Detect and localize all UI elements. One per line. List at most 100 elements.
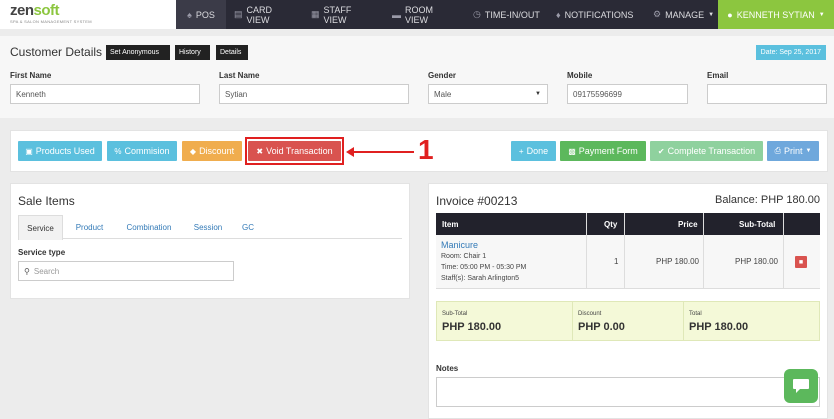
invoice-title: Invoice #00213 — [436, 194, 518, 208]
col-qty: Qty — [604, 219, 618, 229]
zensoft-logo[interactable]: zensoft SPA & SALON MANAGEMENT SYSTEM — [0, 0, 176, 29]
nav-pos[interactable]: ♠ POS — [176, 0, 226, 29]
clock-icon: ◷ — [473, 9, 481, 19]
tag-icon: ◆ — [189, 146, 197, 156]
col-divider — [783, 213, 784, 289]
col-subtotal: Sub-Total — [739, 219, 776, 229]
discount-value: PHP 0.00 — [578, 321, 625, 333]
logo-tagline: SPA & SALON MANAGEMENT SYSTEM — [10, 19, 92, 24]
nav-staff-view[interactable]: ▦ STAFF VIEW — [303, 0, 384, 29]
caret-down-icon: ▼ — [708, 11, 715, 18]
tab-service[interactable]: Service — [18, 215, 63, 240]
history-button[interactable]: History — [175, 45, 210, 60]
totals-box: Sub-Total PHP 180.00 Discount PHP 0.00 T… — [436, 301, 820, 341]
search-icon: ⚲ — [24, 266, 30, 276]
chat-button[interactable] — [784, 369, 818, 403]
print-button[interactable]: ⎙ Print ▼ — [767, 141, 819, 161]
customer-details-title: Customer Details — [10, 45, 103, 59]
subtotal-label: Sub-Total — [442, 311, 468, 317]
col-price: Price — [678, 219, 698, 229]
user-group-icon: ♠ — [187, 9, 192, 20]
item-price: PHP 180.00 — [656, 257, 699, 266]
card-icon: ▤ — [234, 9, 243, 19]
item-time: Time: 05:00 PM - 05:30 PM — [441, 264, 527, 271]
gender-select[interactable]: Male ▼ — [428, 84, 548, 104]
mobile-field[interactable]: 09175596699 — [567, 84, 688, 104]
search-input[interactable]: ⚲ Search — [18, 261, 234, 281]
callout-number: 1 — [418, 134, 434, 165]
discount-cell: Discount PHP 0.00 — [573, 302, 683, 340]
highlight-box — [245, 137, 344, 165]
balance-label: Balance: PHP 180.00 — [715, 194, 820, 206]
email-field[interactable] — [707, 84, 827, 104]
logo-text-zen: zen — [10, 2, 34, 19]
user-icon: ● — [727, 9, 733, 20]
item-room: Room: Chair 1 — [441, 253, 487, 260]
details-button[interactable]: Details — [216, 45, 248, 60]
logo-text-soft: soft — [33, 2, 60, 19]
nav-notifications[interactable]: ♦ NOTIFICATIONS — [548, 0, 645, 29]
sale-items-title: Sale Items — [18, 194, 75, 208]
tab-gc[interactable]: GC — [236, 215, 260, 239]
last-name-field[interactable]: Sytian — [219, 84, 409, 104]
col-divider — [624, 213, 625, 289]
top-navbar: zensoft SPA & SALON MANAGEMENT SYSTEM ♠ P… — [0, 0, 834, 29]
done-button[interactable]: + Done — [511, 141, 556, 161]
complete-transaction-button[interactable]: ✔ Complete Transaction — [650, 141, 763, 161]
tab-session[interactable]: Session — [186, 215, 230, 239]
item-staff: Staff(s): Sarah Arlington5 — [441, 275, 520, 282]
calendar-icon: ▦ — [311, 9, 320, 19]
subtotal-value: PHP 180.00 — [442, 321, 502, 333]
caret-down-icon: ▼ — [805, 148, 812, 154]
set-anonymous-button[interactable]: Set Anonymous — [106, 45, 170, 60]
nav-manage[interactable]: ⚙ MANAGE ▼ — [645, 0, 718, 29]
trash-icon: ■ — [798, 258, 804, 266]
tab-product[interactable]: Product — [67, 215, 112, 239]
caret-down-icon: ▼ — [818, 11, 825, 18]
nav-time-in-out[interactable]: ◷ TIME-IN/OUT — [465, 0, 548, 29]
caret-down-icon: ▼ — [535, 91, 541, 97]
col-divider — [586, 213, 587, 289]
tab-combination[interactable]: Combination — [118, 215, 180, 239]
discount-label: Discount — [578, 311, 602, 317]
gear-icon: ⚙ — [653, 9, 662, 19]
col-item: Item — [442, 219, 459, 229]
invoice-table-header: Item Qty Price Sub-Total — [436, 213, 820, 235]
chat-bubble-icon — [793, 379, 809, 393]
item-qty: 1 — [614, 257, 619, 266]
notes-textarea[interactable] — [436, 377, 820, 407]
nav-room-view[interactable]: ▬ ROOM VIEW — [384, 0, 465, 29]
print-icon: ⎙ — [774, 146, 781, 155]
payment-form-button[interactable]: ▩ Payment Form — [560, 141, 646, 161]
email-label: Email — [707, 71, 729, 80]
date-badge: Date: Sep 25, 2017 — [755, 45, 826, 60]
total-label: Total — [689, 311, 702, 317]
check-icon: ✔ — [657, 146, 665, 156]
item-name-link[interactable]: Manicure — [441, 240, 478, 250]
first-name-label: First Name — [10, 71, 52, 80]
nav-card-view[interactable]: ▤ CARD VIEW — [226, 0, 303, 29]
money-icon: ▩ — [568, 146, 576, 156]
discount-button[interactable]: ◆ Discount — [182, 141, 242, 161]
commision-button[interactable]: % Commision — [107, 141, 177, 161]
service-type-label: Service type — [18, 248, 66, 257]
sale-tabs: Service Product Combination Session GC — [18, 215, 402, 240]
plus-icon: + — [518, 146, 524, 156]
bell-icon: ♦ — [556, 9, 561, 20]
mobile-label: Mobile — [567, 71, 593, 80]
last-name-label: Last Name — [219, 71, 260, 80]
gender-label: Gender — [428, 71, 457, 80]
delete-item-button[interactable]: ■ — [795, 256, 807, 268]
notes-label: Notes — [436, 364, 459, 373]
item-subtotal: PHP 180.00 — [735, 257, 778, 266]
callout-arrow-line — [352, 151, 414, 153]
subtotal-cell: Sub-Total PHP 180.00 — [437, 302, 572, 340]
products-used-button[interactable]: ▣ Products Used — [18, 141, 102, 161]
first-name-field[interactable]: Kenneth — [10, 84, 200, 104]
total-value: PHP 180.00 — [689, 321, 749, 333]
total-cell: Total PHP 180.00 — [684, 302, 819, 340]
user-menu[interactable]: ● KENNETH SYTIAN ▼ — [718, 0, 834, 29]
percent-icon: % — [114, 146, 122, 156]
col-divider — [703, 213, 704, 289]
box-icon: ▣ — [25, 146, 33, 156]
